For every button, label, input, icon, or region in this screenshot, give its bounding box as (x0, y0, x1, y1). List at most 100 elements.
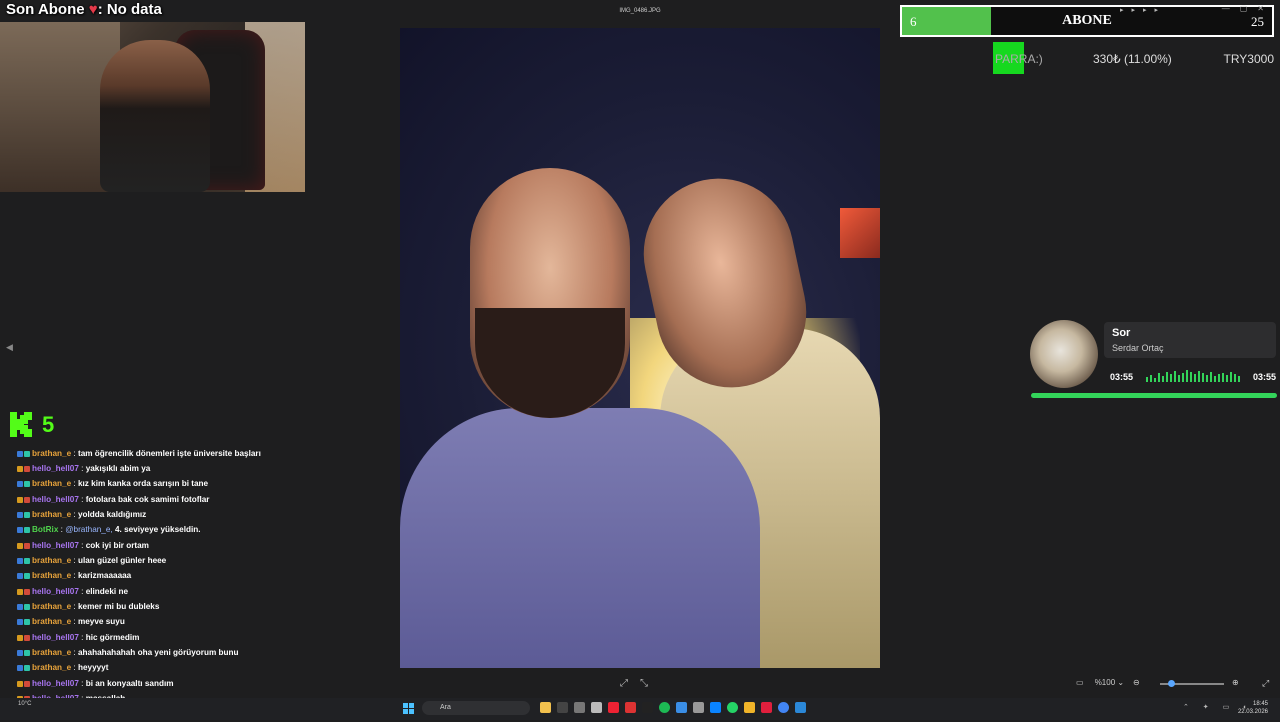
taskbar-search[interactable]: Ara (422, 701, 530, 715)
chat-username[interactable]: hello_hell07 (32, 493, 79, 507)
badge-icon (24, 650, 30, 657)
file-explorer-icon[interactable] (540, 702, 551, 713)
chat-message: hello_hell07 : elindeki ne (0, 584, 330, 599)
waveform-bar (1206, 375, 1208, 382)
chat-text: meyve suyu (77, 617, 125, 627)
viewer-fit-controls[interactable]: ⤢⤡ (620, 678, 660, 689)
badge-icon (24, 558, 30, 565)
chat-badges (0, 527, 30, 534)
opera-icon[interactable] (608, 702, 619, 713)
spotify-icon[interactable] (659, 702, 670, 713)
chat-username[interactable]: brathan_e (32, 477, 71, 491)
chat-username[interactable]: hello_hell07 (32, 539, 79, 553)
aspect-icon[interactable]: ▭ (1076, 678, 1084, 687)
widgets-icon[interactable] (574, 702, 585, 713)
settings-icon[interactable] (693, 702, 704, 713)
chat-username[interactable]: brathan_e (32, 569, 71, 583)
chat-text: tam öğrencilik dönemleri işte üniversite… (77, 448, 261, 458)
badge-icon (17, 573, 23, 580)
fullscreen-icon[interactable]: ⤢ (1262, 678, 1269, 689)
zoom-controls[interactable]: ▭ %100 ⌄ ⊖ (1076, 678, 1140, 687)
chat-text: elindeki ne (85, 586, 129, 596)
chrome-alt-icon[interactable] (625, 702, 636, 713)
folder-icon[interactable] (744, 702, 755, 713)
chat-message: brathan_e : yoldda kaldığımız (0, 507, 330, 522)
chat-text: kemer mi bu dubleks (77, 602, 160, 612)
chat-username[interactable]: brathan_e (32, 447, 71, 461)
zoom-level[interactable]: %100 (1095, 678, 1115, 687)
chat-username[interactable]: brathan_e (32, 646, 71, 660)
taskbar-clock[interactable]: 18:45 22.03.2026 (1238, 700, 1268, 716)
mail-icon[interactable] (676, 702, 687, 713)
store-icon[interactable] (710, 702, 721, 713)
chat-message: brathan_e : heyyyyt (0, 661, 330, 676)
whatsapp-icon[interactable] (727, 702, 738, 713)
chat-badges (0, 634, 30, 641)
viewer-photo[interactable] (400, 28, 880, 668)
chat-username[interactable]: BotRix (32, 523, 58, 537)
chat-badges (0, 573, 30, 580)
waveform-bar (1218, 374, 1220, 382)
badge-icon (17, 680, 23, 687)
chat-badges (0, 604, 30, 611)
chat-badges (0, 619, 30, 626)
chat-separator: : (78, 678, 86, 688)
song-progress-bar (1031, 393, 1277, 398)
waveform-bar (1238, 376, 1240, 382)
waveform-bar (1178, 375, 1180, 382)
chat-badges (0, 512, 30, 519)
chat-message: hello_hell07 : yakışıklı abim ya (0, 461, 330, 476)
zoom-out-icon[interactable]: ⊖ (1133, 678, 1140, 687)
waveform-bar (1166, 372, 1168, 382)
chat-separator: : (71, 448, 78, 458)
chat-separator: : (78, 586, 86, 596)
start-button-icon[interactable] (403, 703, 414, 714)
chrome-icon[interactable] (778, 702, 789, 713)
previous-arrow-icon[interactable]: ◀ (6, 342, 13, 353)
photos-icon[interactable] (795, 702, 806, 713)
chat-username[interactable]: brathan_e (32, 600, 71, 614)
chat-badges (0, 481, 30, 488)
chat-username[interactable]: hello_hell07 (32, 585, 79, 599)
window-controls[interactable]: —▢✕ (1222, 4, 1274, 13)
chat-separator: : (71, 510, 78, 520)
chat-username[interactable]: brathan_e (32, 554, 71, 568)
chat-message: hello_hell07 : hic görmedim (0, 630, 330, 645)
arrow-icon[interactable] (591, 702, 602, 713)
waveform-bar (1226, 375, 1228, 382)
chat-username[interactable]: hello_hell07 (32, 462, 79, 476)
opera-gx-icon[interactable] (761, 702, 772, 713)
badge-icon (24, 680, 30, 687)
chat-username[interactable]: hello_hell07 (32, 677, 79, 691)
badge-icon (17, 481, 23, 488)
waveform-bar (1210, 372, 1212, 382)
zoom-slider-knob[interactable] (1168, 680, 1175, 687)
badge-icon (24, 542, 30, 549)
chat-text: ulan güzel günler heee (77, 556, 167, 566)
taskview-icon[interactable] (557, 702, 568, 713)
chat-message: hello_hell07 : fotolara bak cok samimi f… (0, 492, 330, 507)
badge-icon (17, 450, 23, 457)
weather-widget[interactable]: 10°C (18, 701, 31, 707)
chat-username[interactable]: brathan_e (32, 508, 71, 522)
waveform-bar (1162, 376, 1164, 382)
waveform-bar (1202, 373, 1204, 382)
kick-logo-icon (10, 412, 32, 437)
chat-text: 4. seviyeye yükseldin. (114, 525, 201, 535)
badge-icon (24, 573, 30, 580)
badge-icon (24, 466, 30, 473)
chat-separator: : (71, 571, 78, 581)
chat-mention[interactable]: @brathan_e, (65, 523, 112, 537)
chat-message: brathan_e : tam öğrencilik dönemleri işt… (0, 446, 330, 461)
chat-text: bi an konyaaltı sandım (85, 678, 174, 688)
clock-time: 18:45 (1252, 701, 1268, 707)
zoom-in-icon[interactable]: ⊕ (1232, 678, 1239, 687)
tiktok-icon[interactable] (642, 702, 653, 713)
waveform-bar (1214, 376, 1216, 382)
chat-username[interactable]: hello_hell07 (32, 631, 79, 645)
chat-username[interactable]: brathan_e (32, 661, 71, 675)
song-elapsed: 03:55 (1110, 372, 1134, 382)
chat-username[interactable]: brathan_e (32, 615, 71, 629)
badge-icon (17, 665, 23, 672)
chat-separator: : (71, 617, 78, 627)
